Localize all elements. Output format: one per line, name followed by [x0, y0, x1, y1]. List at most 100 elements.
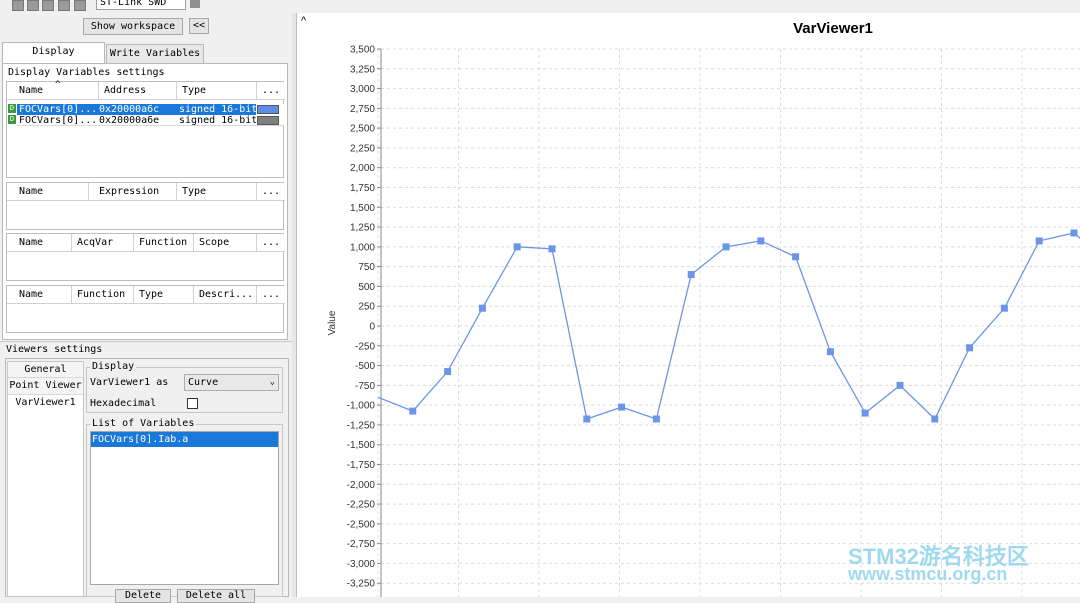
column-header-function[interactable]: Function: [134, 234, 194, 252]
data-point: [548, 245, 556, 253]
column-header-type[interactable]: Type: [134, 286, 194, 304]
line-chart: VarViewer1 3,500 3,250 3,000 2,750 2,500 2,250…: [327, 20, 1080, 597]
sort-indicator-icon: ^: [55, 80, 61, 90]
data-point: [409, 407, 417, 415]
variable-name: FOCVars[0]...: [17, 104, 97, 115]
column-header-more[interactable]: ...: [257, 82, 285, 100]
column-header-more[interactable]: ...: [257, 286, 285, 304]
show-workspace-button[interactable]: Show workspace: [83, 18, 183, 35]
column-header-more[interactable]: ...: [257, 234, 285, 252]
data-point: [1035, 237, 1043, 245]
delete-all-button[interactable]: Delete all: [177, 589, 255, 603]
y-axis-label: Value: [327, 310, 338, 335]
new-icon[interactable]: [12, 0, 24, 11]
watermark-line2: www.stmcu.org.cn: [848, 564, 1008, 584]
column-header-description[interactable]: Descri...: [194, 286, 257, 304]
collapse-button[interactable]: <<: [189, 18, 209, 34]
data-point: [444, 368, 452, 376]
viewers-settings-title: Viewers settings: [6, 344, 103, 355]
data-point: [478, 304, 486, 312]
probe-settings-icon[interactable]: [190, 0, 200, 8]
tab-write-variables[interactable]: Write Variables: [106, 44, 204, 63]
y-tick-label: 500: [358, 282, 375, 293]
column-header-scope[interactable]: Scope: [194, 234, 257, 252]
y-tick-label: 750: [358, 262, 375, 273]
data-point: [1070, 229, 1078, 237]
data-point: [757, 237, 765, 245]
data-point: [792, 253, 800, 261]
y-tick-label: -2,000: [347, 480, 376, 491]
y-tick-label: 2,750: [350, 104, 375, 115]
viewer-list-item-point-viewer[interactable]: Point Viewer: [8, 378, 83, 395]
disconnect-icon[interactable]: [74, 0, 86, 11]
viewer-type-value: Curve: [188, 377, 219, 388]
hexadecimal-label: Hexadecimal: [90, 398, 157, 409]
y-tick-label: -250: [355, 341, 375, 352]
function-table: Name Function Type Descri... ...: [6, 285, 285, 333]
y-tick-label: 3,500: [350, 45, 375, 56]
variables-table: Name ^ Address Type ... D FOCVars[0]... …: [6, 80, 285, 178]
variable-d-icon: D: [8, 115, 16, 124]
chart-area: VarViewer1 3,500 3,250 3,000 2,750 2,500 2,250…: [296, 13, 1080, 597]
column-header-type[interactable]: Type: [177, 82, 257, 100]
column-header-function[interactable]: Function: [72, 286, 134, 304]
column-header-name[interactable]: Name: [7, 82, 99, 100]
column-header-more[interactable]: ...: [257, 183, 285, 201]
probe-select[interactable]: ST-Link SWD: [96, 0, 186, 10]
chevron-down-icon: ⌄: [269, 377, 275, 387]
divider: [0, 341, 292, 342]
data-point: [896, 381, 904, 389]
column-header-expression[interactable]: Expression: [89, 183, 177, 201]
y-tick-label: -3,250: [347, 579, 376, 590]
y-tick-label: 3,000: [350, 84, 375, 95]
variable-d-icon: D: [8, 104, 16, 113]
y-tick-label: -1,500: [347, 440, 376, 451]
y-tick-label: -2,250: [347, 500, 376, 511]
viewer-list-item-general[interactable]: General: [8, 362, 83, 378]
variable-color-cell[interactable]: [256, 104, 284, 115]
column-header-name[interactable]: Name: [7, 183, 89, 201]
viewer-list-item-varviewer1[interactable]: VarViewer1: [8, 395, 83, 411]
y-tick-label: 1,750: [350, 183, 375, 194]
y-tick-label: 1,000: [350, 242, 375, 253]
y-tick-label: -500: [355, 361, 375, 372]
display-settings-title: Display Variables settings: [8, 67, 165, 78]
y-tick-label: 0: [369, 322, 375, 333]
data-point: [861, 409, 869, 417]
y-tick-label: 1,500: [350, 203, 375, 214]
chart-collapse-icon[interactable]: ^: [301, 15, 306, 27]
color-swatch: [257, 116, 279, 125]
column-header-acqvar[interactable]: AcqVar: [72, 234, 134, 252]
open-icon[interactable]: [27, 0, 39, 11]
display-group-title: Display: [90, 361, 137, 372]
column-header-type[interactable]: Type: [177, 183, 257, 201]
save-icon[interactable]: [42, 0, 54, 11]
toolbar: ST-Link SWD: [0, 0, 295, 13]
variable-name: FOCVars[0]...: [17, 115, 97, 126]
data-point: [618, 403, 626, 411]
list-item[interactable]: FOCVars[0].Iab.a: [91, 432, 278, 447]
data-point: [1000, 304, 1008, 312]
variable-color-cell[interactable]: [256, 115, 284, 126]
y-tick-label: -2,750: [347, 539, 376, 550]
delete-button[interactable]: Delete: [115, 589, 171, 603]
y-tick-label: -1,000: [347, 401, 376, 412]
acquisition-table: Name AcqVar Function Scope ...: [6, 233, 285, 281]
variables-listbox[interactable]: FOCVars[0].Iab.a: [90, 431, 279, 585]
viewer-as-label: VarViewer1 as: [90, 377, 169, 388]
connect-icon[interactable]: [58, 0, 70, 11]
hexadecimal-checkbox[interactable]: [187, 398, 198, 409]
list-of-variables-title: List of Variables: [90, 418, 197, 429]
y-tick-label: 250: [358, 302, 375, 313]
y-tick-label: 3,250: [350, 64, 375, 75]
data-point: [513, 243, 521, 251]
tab-display-variables[interactable]: Display Variables: [2, 42, 105, 74]
viewer-type-select[interactable]: Curve ⌄: [184, 374, 279, 391]
data-point: [966, 344, 974, 352]
y-tick-label: -1,250: [347, 420, 376, 431]
expression-table: Name Expression Type ...: [6, 182, 285, 230]
variable-address: 0x20000a6c: [97, 104, 177, 115]
column-header-address[interactable]: Address: [99, 82, 177, 100]
column-header-name[interactable]: Name: [7, 286, 72, 304]
column-header-name[interactable]: Name: [7, 234, 72, 252]
